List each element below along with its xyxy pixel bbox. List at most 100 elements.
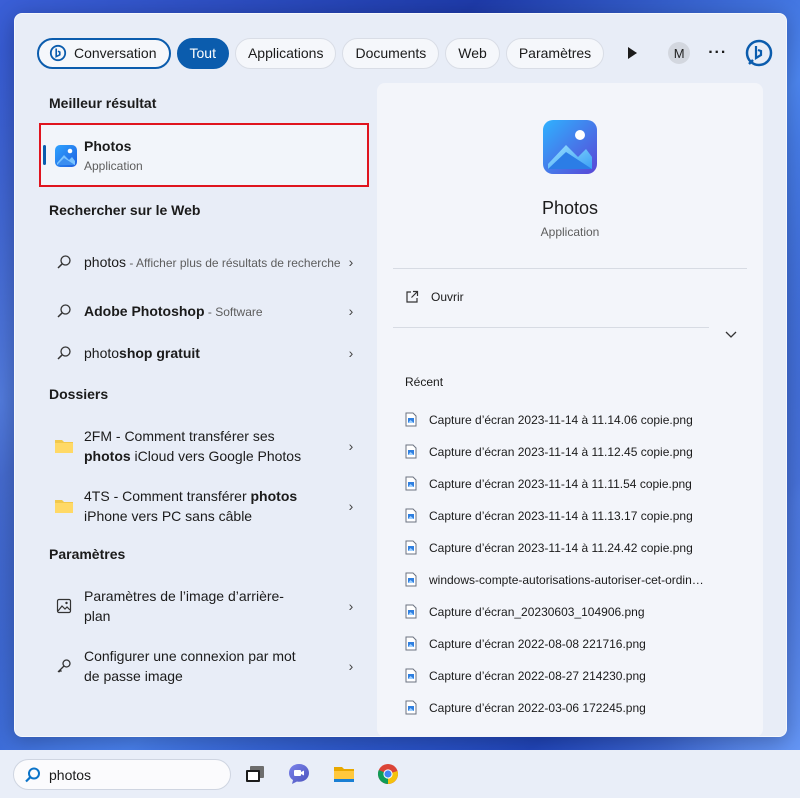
recent-file-item[interactable]: Capture d’écran 2023-11-14 à 11.13.17 co…	[405, 508, 725, 523]
recent-file-name: Capture d’écran 2023-11-14 à 11.11.54 co…	[429, 476, 692, 491]
folder-icon	[52, 494, 76, 518]
setting-result-wallpaper[interactable]: Paramètres de l’image d’arrière- plan ›	[41, 584, 361, 628]
recent-file-item[interactable]: Capture d’écran 2023-11-14 à 11.24.42 co…	[405, 540, 725, 555]
chevron-down-icon[interactable]	[725, 328, 737, 342]
chevron-right-icon: ›	[348, 345, 354, 361]
recent-file-name: Capture d’écran 2023-11-14 à 11.24.42 co…	[429, 540, 693, 555]
preview-subtitle: Application	[540, 225, 600, 239]
chrome-icon[interactable]	[376, 762, 400, 786]
chevron-right-icon: ›	[348, 658, 354, 674]
recent-file-item[interactable]: Capture d’écran 2022-08-08 221716.png	[405, 636, 725, 651]
setting-result-line1: Paramètres de l’image d’arrière-	[84, 588, 284, 604]
folders-heading: Dossiers	[49, 386, 109, 402]
web-result-bold: Adobe Photoshop	[84, 302, 205, 319]
image-file-icon	[405, 604, 417, 619]
recent-file-item[interactable]: Capture d’écran 2023-11-14 à 11.11.54 co…	[405, 476, 725, 491]
folder-result-line2: iCloud vers Google Photos	[130, 448, 302, 464]
setting-result-line2: plan	[84, 608, 111, 624]
folder-result-line1: 2FM - Comment transférer ses	[84, 428, 275, 444]
taskbar	[0, 750, 800, 798]
filter-applications[interactable]: Applications	[234, 37, 337, 69]
recent-file-item[interactable]: Capture d’écran 2022-03-06 172245.png	[405, 700, 725, 715]
filter-tout[interactable]: Tout	[176, 37, 229, 69]
web-result-text: photos - Afficher plus de résultats de r…	[84, 252, 341, 273]
bing-icon[interactable]	[743, 37, 775, 69]
folder-result-line2: iPhone vers PC sans câble	[84, 508, 253, 524]
settings-heading: Paramètres	[49, 546, 126, 562]
recent-file-item[interactable]: Capture d’écran 2023-11-14 à 11.12.45 co…	[405, 444, 725, 459]
filter-documents[interactable]: Documents	[342, 37, 440, 69]
setting-result-line2: de passe image	[84, 668, 183, 684]
web-result-extra: - Software	[204, 304, 263, 319]
web-result-photoshop-gratuit[interactable]: photoshop gratuit ›	[41, 342, 361, 364]
bing-chat-icon	[48, 43, 68, 63]
best-match-heading: Meilleur résultat	[49, 95, 157, 111]
chevron-right-icon: ›	[348, 498, 354, 514]
image-file-icon	[405, 540, 417, 555]
preview-title: Photos	[541, 198, 599, 218]
folder-icon	[52, 434, 76, 458]
recent-file-name: windows-compte-autorisations-autoriser-c…	[429, 572, 704, 587]
recent-file-name: Capture d’écran 2022-03-06 172245.png	[429, 700, 646, 715]
conversation-chip-label: Conversation	[74, 45, 157, 61]
best-match-photos[interactable]: Photos Application	[39, 123, 369, 187]
teams-chat-icon[interactable]	[287, 762, 311, 786]
folder-result-text: 2FM - Comment transférer ses photos iClo…	[84, 426, 341, 466]
image-file-icon	[405, 700, 417, 715]
photos-app-icon-large	[543, 120, 597, 174]
folder-result-bold: photos	[84, 448, 131, 464]
taskbar-search-box[interactable]	[13, 759, 231, 790]
search-icon	[52, 341, 76, 365]
web-result-photos[interactable]: photos - Afficher plus de résultats de r…	[41, 240, 361, 284]
setting-result-line1: Configurer une connexion par mot	[84, 648, 296, 664]
search-filter-bar: Conversation Tout Applications Documents…	[37, 37, 775, 69]
more-options-button[interactable]: ···	[708, 44, 727, 62]
account-avatar[interactable]: M	[668, 42, 691, 64]
chevron-right-icon: ›	[348, 303, 354, 319]
web-result-text: Adobe Photoshop - Software	[84, 301, 341, 322]
task-view-icon[interactable]	[243, 762, 267, 786]
image-icon	[52, 594, 76, 618]
divider	[393, 268, 747, 269]
search-icon	[52, 250, 76, 274]
recent-file-name: Capture d’écran 2022-08-08 221716.png	[429, 636, 646, 651]
chevron-right-icon: ›	[348, 438, 354, 454]
image-file-icon	[405, 668, 417, 683]
best-match-subtitle: Application	[84, 159, 143, 173]
recent-file-item[interactable]: windows-compte-autorisations-autoriser-c…	[405, 572, 725, 587]
recent-file-item[interactable]: Capture d’écran 2022-08-27 214230.png	[405, 668, 725, 683]
image-file-icon	[405, 476, 417, 491]
chevron-right-icon: ›	[348, 254, 354, 270]
open-label: Ouvrir	[431, 290, 464, 304]
image-file-icon	[405, 572, 417, 587]
photos-app-icon	[55, 145, 77, 167]
start-search-panel: Conversation Tout Applications Documents…	[14, 13, 787, 737]
recent-file-name: Capture d’écran 2023-11-14 à 11.12.45 co…	[429, 444, 693, 459]
setting-result-picture-password[interactable]: Configurer une connexion par mot de pass…	[41, 644, 361, 688]
search-icon	[52, 299, 76, 323]
more-filters-play-icon[interactable]	[618, 39, 646, 67]
filter-parametres[interactable]: Paramètres	[505, 37, 605, 69]
web-result-text: photoshop gratuit	[84, 345, 200, 361]
folder-result-2fm[interactable]: 2FM - Comment transférer ses photos iClo…	[41, 424, 361, 468]
chevron-right-icon: ›	[348, 598, 354, 614]
recent-file-name: Capture d’écran_20230603_104906.png	[429, 604, 645, 619]
folder-result-4ts[interactable]: 4TS - Comment transférer photos iPhone v…	[41, 484, 361, 528]
best-match-title: Photos	[84, 138, 132, 154]
image-file-icon	[405, 508, 417, 523]
file-explorer-icon[interactable]	[332, 762, 356, 786]
folder-result-bold: photos	[250, 488, 298, 504]
preview-pane: Photos Application Ouvrir Récent Capture…	[377, 83, 763, 737]
web-search-heading: Rechercher sur le Web	[49, 202, 201, 218]
conversation-chip[interactable]: Conversation	[37, 37, 171, 69]
filter-web[interactable]: Web	[445, 37, 500, 69]
recent-file-item[interactable]: Capture d’écran 2023-11-14 à 11.14.06 co…	[405, 412, 725, 427]
key-icon	[52, 654, 76, 678]
recent-file-name: Capture d’écran 2023-11-14 à 11.13.17 co…	[429, 508, 693, 523]
open-action[interactable]: Ouvrir	[405, 290, 464, 304]
web-result-adobe-photoshop[interactable]: Adobe Photoshop - Software ›	[41, 300, 361, 322]
search-input[interactable]	[49, 766, 209, 783]
recent-file-name: Capture d’écran 2022-08-27 214230.png	[429, 668, 646, 683]
recent-file-item[interactable]: Capture d’écran_20230603_104906.png	[405, 604, 725, 619]
setting-result-text: Configurer une connexion par mot de pass…	[84, 646, 341, 686]
